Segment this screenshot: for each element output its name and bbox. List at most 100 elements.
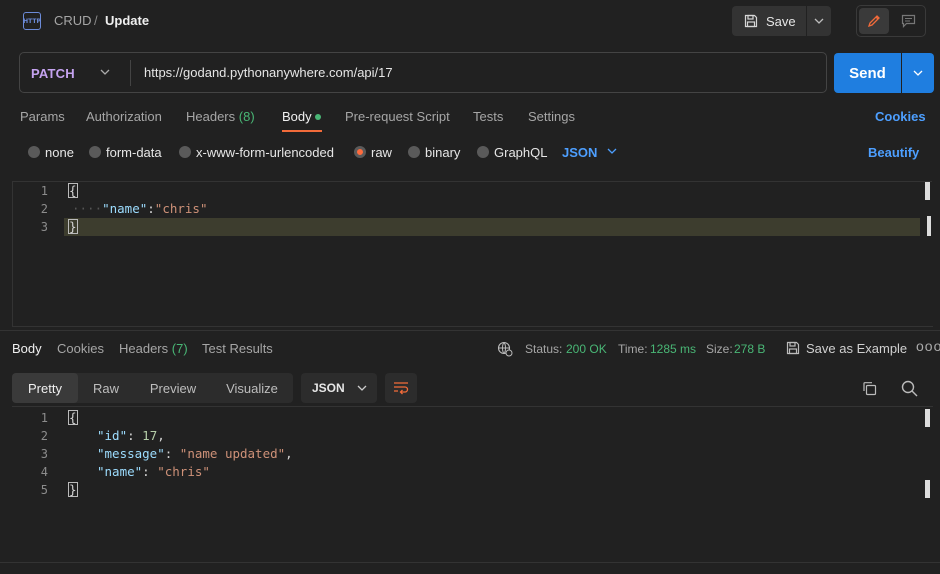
url-input[interactable]: https://godand.pythonanywhere.com/api/17 [144, 65, 393, 80]
json-value: "name updated" [179, 446, 286, 461]
response-line-message: "message": "name updated", [97, 446, 293, 461]
response-tab-test-results[interactable]: Test Results [202, 341, 273, 356]
current-line-highlight [64, 218, 920, 236]
brace-match: { [68, 410, 78, 425]
comments-button[interactable] [893, 8, 923, 34]
copy-icon[interactable] [862, 381, 877, 396]
tab-settings[interactable]: Settings [528, 109, 575, 124]
json-key: "name" [102, 201, 148, 216]
wrap-lines-button[interactable] [385, 373, 417, 403]
response-tab-headers[interactable]: Headers (7) [119, 341, 188, 356]
save-as-example-button[interactable]: Save as Example [806, 341, 907, 356]
save-icon [744, 14, 758, 28]
json-value: "chris" [154, 201, 208, 216]
view-raw[interactable]: Raw [80, 373, 132, 403]
editor-scrollbar[interactable] [925, 182, 930, 200]
body-modified-indicator [315, 114, 321, 120]
breadcrumb-request-name[interactable]: Update [105, 13, 149, 28]
code-line-name: ····"name":"chris" [72, 201, 207, 216]
tab-tests[interactable]: Tests [473, 109, 503, 124]
body-format-select[interactable]: JSON [562, 145, 597, 160]
radio-binary[interactable] [408, 146, 420, 158]
brace-match: } [68, 482, 78, 497]
tab-prerequest-script[interactable]: Pre-request Script [345, 109, 450, 124]
brace-match: { [68, 183, 78, 198]
radio-graphql[interactable] [477, 146, 489, 158]
response-tab-cookies[interactable]: Cookies [57, 341, 104, 356]
tab-headers[interactable]: Headers (8) [186, 109, 255, 124]
tab-authorization[interactable]: Authorization [86, 109, 162, 124]
response-line-name: "name": "chris" [97, 464, 210, 479]
chevron-down-icon [814, 18, 824, 24]
view-pretty[interactable]: Pretty [12, 373, 78, 403]
url-bar [19, 52, 827, 93]
json-value: 17 [142, 428, 158, 443]
line-number: 5 [40, 483, 48, 497]
json-colon: : [147, 201, 155, 216]
save-options-button[interactable] [807, 6, 831, 36]
indent-whitespace: ···· [72, 201, 103, 216]
response-tab-headers-label: Headers [119, 341, 169, 356]
response-tab-body[interactable]: Body [12, 341, 42, 356]
tab-headers-label: Headers [186, 109, 236, 124]
search-icon[interactable] [901, 380, 918, 397]
send-options-button[interactable] [902, 53, 934, 93]
edit-mode-button[interactable] [859, 8, 889, 34]
http-method-select[interactable]: PATCH [31, 66, 75, 81]
status-value[interactable]: 200 OK [566, 342, 607, 356]
beautify-link[interactable]: Beautify [868, 145, 919, 160]
wrap-lines-icon [394, 382, 409, 395]
response-format-label: JSON [312, 381, 345, 395]
tab-params[interactable]: Params [20, 109, 65, 124]
active-tab-indicator [282, 130, 322, 132]
radio-binary-label[interactable]: binary [425, 145, 460, 160]
http-request-icon: HTTP [23, 12, 41, 30]
chevron-down-icon[interactable] [607, 143, 617, 159]
code-close-brace: } [68, 219, 78, 234]
chevron-down-icon[interactable] [100, 64, 110, 80]
time-value[interactable]: 1285 ms [650, 342, 696, 356]
save-button[interactable]: Save [732, 6, 806, 36]
json-key: "message" [97, 446, 165, 461]
response-scrollbar-marker [925, 480, 930, 498]
pane-divider[interactable] [0, 330, 940, 331]
breadcrumb-collection[interactable]: CRUD [54, 13, 92, 28]
radio-none[interactable] [28, 146, 40, 158]
more-options-button[interactable]: ooo [916, 338, 940, 354]
radio-raw-label[interactable]: raw [371, 145, 392, 160]
pencil-icon [867, 15, 880, 28]
radio-urlencoded[interactable] [179, 146, 191, 158]
send-button[interactable]: Send [834, 53, 901, 93]
time-label: Time: [618, 342, 648, 356]
divider [130, 60, 131, 86]
cookies-link[interactable]: Cookies [875, 109, 926, 124]
status-label: Status: [525, 342, 563, 356]
breadcrumb-separator: / [94, 13, 98, 28]
response-scrollbar[interactable] [925, 409, 930, 427]
response-close-brace: } [68, 482, 78, 497]
view-visualize[interactable]: Visualize [214, 373, 290, 403]
radio-raw[interactable] [354, 146, 366, 158]
chevron-down-icon [913, 70, 923, 76]
globe-network-icon[interactable] [497, 341, 513, 357]
chevron-down-icon [357, 385, 367, 391]
radio-form-data-label[interactable]: form-data [106, 145, 162, 160]
save-icon [786, 341, 800, 355]
view-preview[interactable]: Preview [138, 373, 208, 403]
response-headers-count: (7) [171, 341, 188, 356]
top-bar: HTTP CRUD / Update Save [0, 0, 940, 44]
radio-urlencoded-label[interactable]: x-www-form-urlencoded [196, 145, 334, 160]
response-format-select[interactable]: JSON [301, 373, 377, 403]
size-label: Size: [706, 342, 733, 356]
radio-none-label[interactable]: none [45, 145, 74, 160]
status-bar [0, 562, 940, 574]
comment-icon [901, 14, 915, 28]
editor-scrollbar-marker [927, 216, 931, 236]
radio-graphql-label[interactable]: GraphQL [494, 145, 547, 160]
json-key: "name" [97, 464, 143, 479]
radio-form-data[interactable] [89, 146, 101, 158]
size-value[interactable]: 278 B [734, 342, 765, 356]
tab-body[interactable]: Body [282, 109, 312, 124]
line-number: 2 [40, 202, 48, 216]
json-value: "chris" [157, 464, 210, 479]
